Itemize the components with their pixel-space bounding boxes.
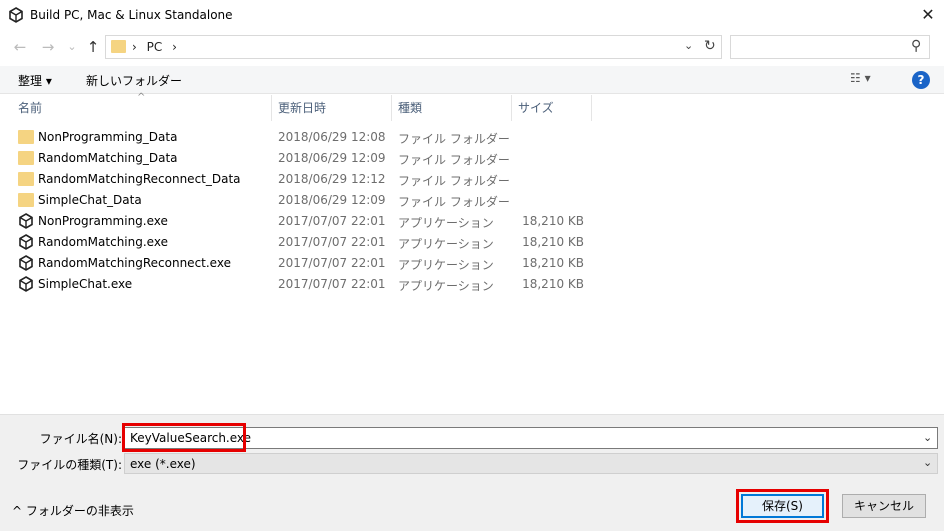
folder-icon bbox=[18, 130, 34, 144]
window-title: Build PC, Mac & Linux Standalone bbox=[30, 8, 233, 22]
file-name: RandomMatchingReconnect_Data bbox=[38, 172, 241, 186]
file-modified: 2017/07/07 22:01 bbox=[278, 256, 386, 270]
file-modified: 2018/06/29 12:12 bbox=[278, 172, 386, 186]
breadcrumb-separator-icon[interactable]: › bbox=[172, 40, 177, 54]
filename-highlight-box bbox=[122, 423, 246, 452]
view-options-icon[interactable]: ☷ ▾ bbox=[850, 71, 871, 85]
help-icon[interactable]: ? bbox=[912, 71, 930, 89]
title-bar: Build PC, Mac & Linux Standalone ✕ bbox=[0, 0, 944, 30]
search-icon[interactable]: ⚲ bbox=[911, 38, 921, 54]
filename-label: ファイル名(N): bbox=[39, 432, 122, 446]
filetype-select[interactable]: exe (*.exe) ⌄ bbox=[124, 453, 938, 474]
save-form-panel: ファイル名(N): KeyValueSearch.exe ⌄ ファイルの種類(T… bbox=[0, 414, 944, 531]
file-row[interactable]: NonProgramming.exe 2017/07/07 22:01 アプリケーシ… bbox=[0, 211, 944, 232]
organize-menu-button[interactable]: 整理 ▾ bbox=[18, 72, 52, 89]
file-name: RandomMatching_Data bbox=[38, 151, 178, 165]
forward-arrow-icon[interactable]: → bbox=[38, 37, 58, 57]
hide-folders-toggle[interactable]: ^ フォルダーの非表示 bbox=[12, 502, 134, 519]
file-modified: 2017/07/07 22:01 bbox=[278, 277, 386, 291]
file-row[interactable]: SimpleChat.exe 2017/07/07 22:01 アプリケーション 18… bbox=[0, 274, 944, 295]
folder-icon bbox=[18, 193, 34, 207]
up-arrow-icon[interactable]: ↑ bbox=[83, 37, 103, 57]
file-name: RandomMatchingReconnect.exe bbox=[38, 256, 231, 270]
file-modified: 2017/07/07 22:01 bbox=[278, 214, 386, 228]
filetype-value: exe (*.exe) bbox=[130, 457, 196, 471]
file-modified: 2018/06/29 12:09 bbox=[278, 151, 386, 165]
cancel-button[interactable]: キャンセル bbox=[842, 494, 926, 518]
file-size: 18,210 KB bbox=[522, 256, 584, 270]
file-type: アプリケーション bbox=[398, 216, 494, 230]
column-size[interactable]: サイズ bbox=[512, 95, 592, 121]
file-modified: 2018/06/29 12:09 bbox=[278, 193, 386, 207]
address-bar[interactable]: › PC › ⌄ ↻ bbox=[105, 35, 722, 59]
back-arrow-icon[interactable]: ← bbox=[10, 37, 30, 57]
unity-app-icon bbox=[19, 213, 33, 229]
file-row[interactable]: SimpleChat_Data 2018/06/29 12:09 ファイル フォルダ… bbox=[0, 190, 944, 211]
filetype-label: ファイルの種類(T): bbox=[17, 458, 122, 472]
file-type: アプリケーション bbox=[398, 237, 494, 251]
file-size: 18,210 KB bbox=[522, 235, 584, 249]
file-modified: 2018/06/29 12:08 bbox=[278, 130, 386, 144]
command-bar: 整理 ▾ 新しいフォルダー ☷ ▾ ? bbox=[0, 66, 944, 94]
refresh-icon[interactable]: ↻ bbox=[704, 38, 716, 54]
file-name: NonProgramming_Data bbox=[38, 130, 178, 144]
file-row[interactable]: NonProgramming_Data 2018/06/29 12:08 ファイル … bbox=[0, 127, 944, 148]
file-name: SimpleChat_Data bbox=[38, 193, 142, 207]
unity-app-icon bbox=[19, 234, 33, 250]
file-size: 18,210 KB bbox=[522, 277, 584, 291]
file-name: RandomMatching.exe bbox=[38, 235, 168, 249]
file-name: SimpleChat.exe bbox=[38, 277, 133, 291]
column-modified[interactable]: 更新日時 bbox=[272, 95, 392, 121]
column-type[interactable]: 種類 bbox=[392, 95, 512, 121]
file-type: ファイル フォルダー bbox=[398, 174, 510, 188]
chevron-down-icon[interactable]: ⌄ bbox=[684, 39, 693, 52]
file-type: ファイル フォルダー bbox=[398, 153, 510, 167]
file-type: アプリケーション bbox=[398, 258, 494, 272]
file-type: アプリケーション bbox=[398, 279, 494, 293]
file-row[interactable]: RandomMatchingReconnect.exe 2017/07/07 22… bbox=[0, 253, 944, 274]
save-button[interactable]: 保存(S) bbox=[741, 494, 824, 518]
chevron-down-icon[interactable]: ⌄ bbox=[923, 431, 932, 444]
search-input[interactable]: ⚲ bbox=[730, 35, 930, 59]
unity-logo-icon bbox=[9, 7, 23, 23]
folder-icon bbox=[18, 172, 34, 186]
close-button[interactable]: ✕ bbox=[914, 2, 942, 28]
breadcrumb-separator-icon: › bbox=[132, 40, 137, 54]
file-type: ファイル フォルダー bbox=[398, 132, 510, 146]
folder-icon bbox=[18, 151, 34, 165]
file-row[interactable]: RandomMatchingReconnect_Data 2018/06/29 1… bbox=[0, 169, 944, 190]
file-name: NonProgramming.exe bbox=[38, 214, 168, 228]
file-type: ファイル フォルダー bbox=[398, 195, 510, 209]
unity-app-icon bbox=[19, 255, 33, 271]
breadcrumb-item-pc[interactable]: PC bbox=[147, 40, 163, 54]
breadcrumb[interactable]: › PC › bbox=[132, 40, 177, 54]
file-size: 18,210 KB bbox=[522, 214, 584, 228]
sort-ascending-icon: ^ bbox=[137, 92, 146, 103]
new-folder-button[interactable]: 新しいフォルダー bbox=[86, 72, 182, 89]
filename-field[interactable]: KeyValueSearch.exe ⌄ bbox=[124, 427, 938, 449]
chevron-down-icon[interactable]: ⌄ bbox=[923, 456, 932, 469]
folder-icon bbox=[111, 40, 126, 53]
file-row[interactable]: RandomMatching.exe 2017/07/07 22:01 アプリケーシ… bbox=[0, 232, 944, 253]
file-modified: 2017/07/07 22:01 bbox=[278, 235, 386, 249]
recent-locations-chevron-icon[interactable]: ⌄ bbox=[62, 37, 82, 57]
unity-app-icon bbox=[19, 276, 33, 292]
file-row[interactable]: RandomMatching_Data 2018/06/29 12:09 ファイル … bbox=[0, 148, 944, 169]
